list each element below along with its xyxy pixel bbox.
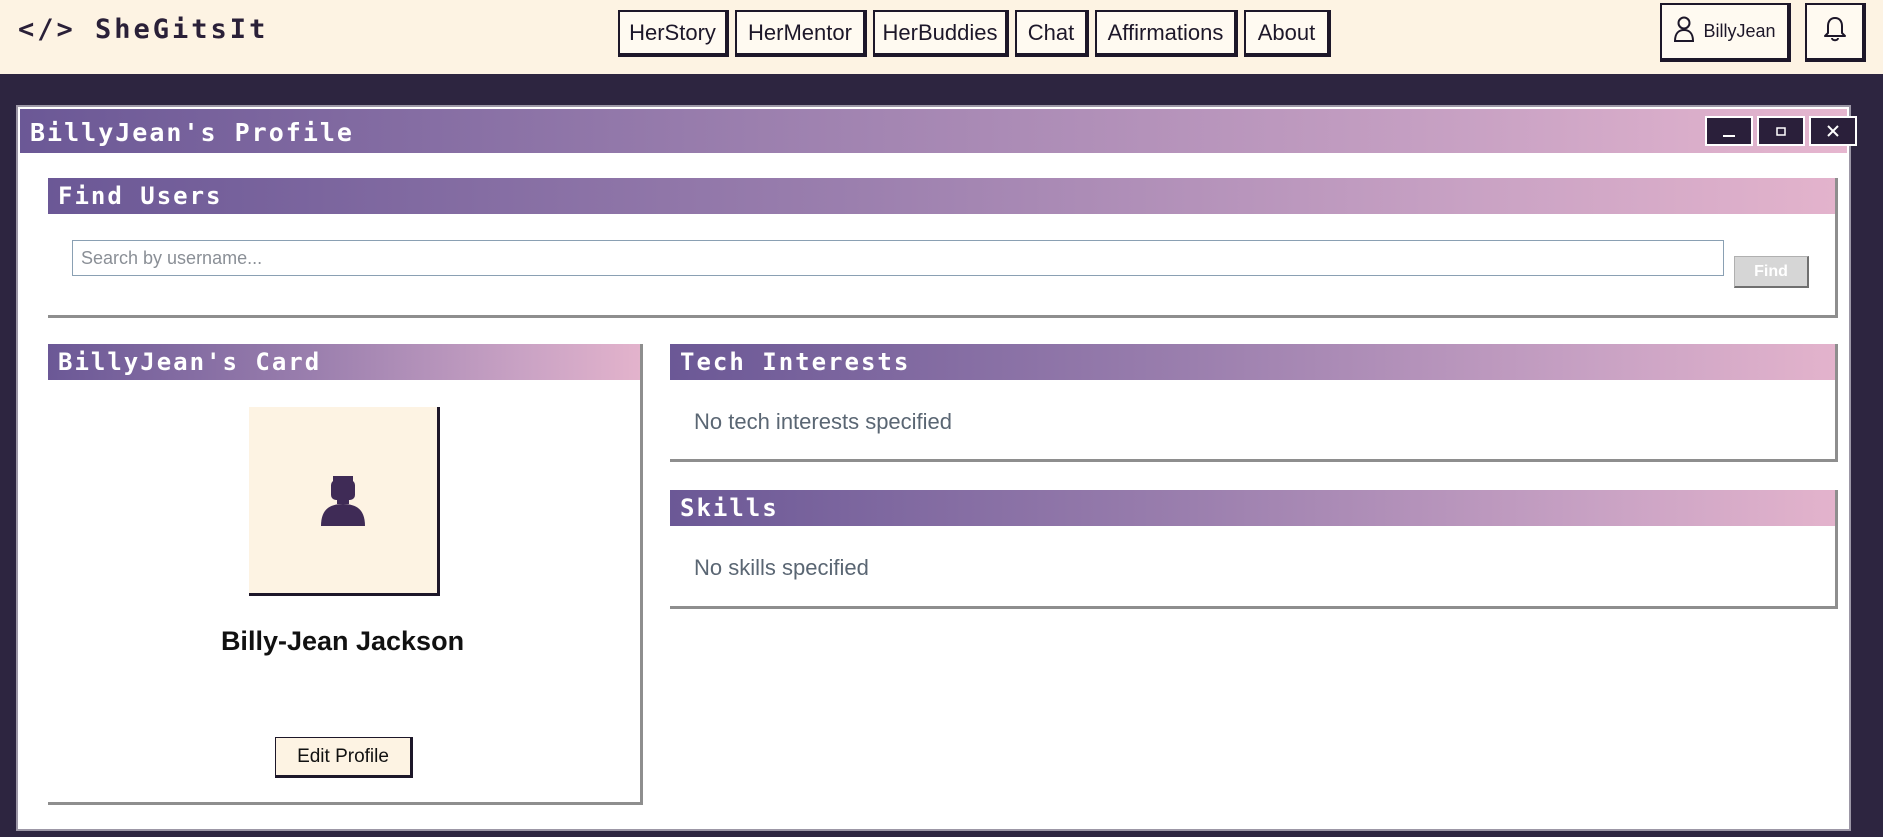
close-icon [1827,125,1839,137]
close-button[interactable] [1809,116,1857,146]
tech-interests-empty-text: No tech interests specified [694,409,953,434]
nav-affirmations[interactable]: Affirmations [1095,10,1238,57]
minimize-icon [1723,135,1735,137]
find-button[interactable]: Find [1734,256,1809,288]
card-title: BillyJean's Card [48,344,640,380]
app-logo[interactable]: </> SheGitsIt [18,14,268,45]
skills-empty-text: No skills specified [694,555,869,580]
avatar [249,407,440,596]
maximize-icon [1776,127,1786,136]
nav-hermentor[interactable]: HerMentor [735,10,867,57]
user-menu-button[interactable]: BillyJean [1660,3,1791,62]
top-navbar: </> SheGitsIt HerStory HerMentor HerBudd… [0,0,1883,74]
nav-herstory[interactable]: HerStory [618,10,729,57]
search-input[interactable] [72,240,1724,276]
nav-chat[interactable]: Chat [1015,10,1089,57]
notifications-button[interactable] [1805,3,1866,62]
minimize-button[interactable] [1705,116,1753,146]
nav-about[interactable]: About [1244,10,1331,57]
window-title: BillyJean's Profile [30,118,354,147]
edit-profile-button[interactable]: Edit Profile [275,737,413,778]
bell-icon [1823,15,1847,48]
user-full-name: Billy-Jean Jackson [220,626,465,656]
username-label: BillyJean [1703,21,1776,41]
skills-panel: Skills [670,490,1838,609]
tech-interests-title: Tech Interests [670,344,1835,380]
maximize-button[interactable] [1757,116,1805,146]
user-icon [1673,16,1695,47]
nav-herbuddies[interactable]: HerBuddies [873,10,1009,57]
tech-interests-panel: Tech Interests [670,344,1838,462]
avatar-silhouette-icon [321,476,365,526]
skills-title: Skills [670,490,1835,526]
find-users-title: Find Users [48,178,1835,214]
window-title-bar: BillyJean's Profile [20,109,1847,153]
